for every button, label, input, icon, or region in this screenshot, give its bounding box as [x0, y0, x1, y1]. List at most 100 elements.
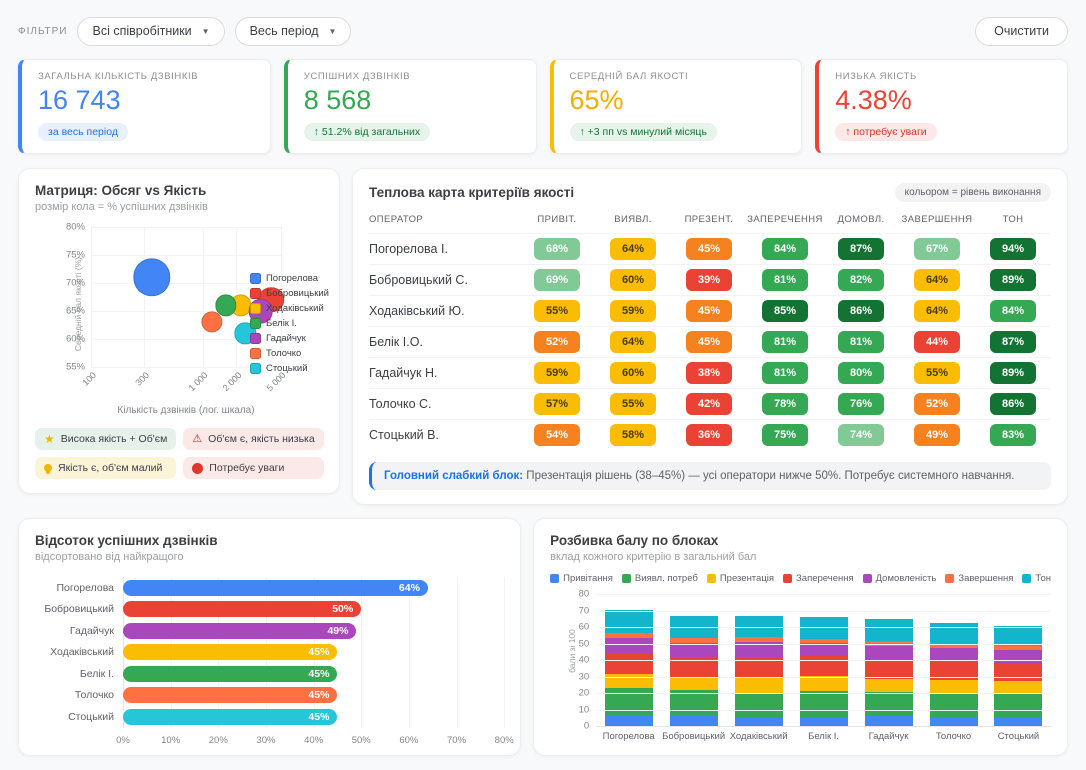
quadrant-volume-low-quality: ⚠ Об'єм є, якість низька [183, 428, 323, 450]
legend-item-Толочко[interactable]: Толочко [250, 348, 329, 359]
note-title: Головний слабкий блок: [384, 470, 523, 482]
heatmap-cell: 64% [914, 300, 960, 322]
kpi-value: 16 743 [38, 85, 254, 116]
legend-label: Домовленість [876, 573, 937, 584]
category-label: Погорелова [596, 731, 661, 742]
heatmap-cell: 44% [914, 331, 960, 353]
heatmap-cell: 39% [686, 269, 732, 291]
y-tick-label: 70% [66, 278, 85, 289]
heatmap-cellwrap: 82% [823, 269, 899, 291]
period-filter-dropdown[interactable]: Весь період ▼ [235, 17, 352, 46]
legend-label: Гадайчук [266, 333, 306, 344]
kpi-value: 65% [570, 85, 786, 116]
operator-name: Стоцький В. [369, 428, 519, 442]
bubble-Толочко [201, 312, 222, 333]
filter-bar: ФІЛЬТРИ Всі співробітники ▼ Весь період … [18, 16, 1068, 46]
heatmap-cell: 45% [686, 300, 732, 322]
heatmap-cell: 76% [838, 393, 884, 415]
heatmap-cellwrap: 81% [823, 331, 899, 353]
column-header: ЗАВЕРШЕННЯ [899, 214, 975, 225]
legend-item-Домовленість[interactable]: Домовленість [863, 573, 937, 584]
y-tick-label: 20 [579, 688, 590, 699]
segment-Домовленість [605, 638, 653, 652]
legend-item-Ходаківський[interactable]: Ходаківський [250, 303, 329, 314]
quadrant-label: Об'єм є, якість низька [208, 433, 315, 445]
bar-row: 64% [123, 577, 504, 599]
x-tick-label: 60% [399, 735, 418, 746]
legend-item-Завершення[interactable]: Завершення [945, 573, 1013, 584]
legend-label: Привітання [563, 573, 613, 584]
heatmap-cell: 80% [838, 362, 884, 384]
chevron-down-icon: ▼ [329, 27, 337, 36]
legend-item-Заперечення[interactable]: Заперечення [783, 573, 854, 584]
legend-item-Виявл. потреб[interactable]: Виявл. потреб [622, 573, 698, 584]
legend-label: Ходаківський [266, 303, 324, 314]
legend-swatch [783, 574, 792, 583]
bar-label-Толочко: Толочко [35, 685, 123, 707]
legend-swatch [250, 318, 261, 329]
x-tick-label: 80% [495, 735, 514, 746]
bulb-icon [44, 464, 52, 472]
heatmap-cell: 82% [838, 269, 884, 291]
heatmap-row: Гадайчук Н.59%60%38%81%80%55%89% [369, 357, 1051, 388]
legend-item-Гадайчук[interactable]: Гадайчук [250, 333, 329, 344]
heatmap-cellwrap: 36% [671, 424, 747, 446]
segment-Презентація [930, 680, 978, 694]
legend-item-Бобровицький[interactable]: Бобровицький [250, 288, 329, 299]
heatmap-header: ОПЕРАТОРПРИВІТ.ВИЯВЛ.ПРЕЗЕНТ.ЗАПЕРЕЧЕННЯ… [369, 214, 1051, 233]
panel-subtitle: вклад кожного критерію в загальний бал [550, 551, 1051, 563]
heatmap-body: Погорелова І.68%64%45%84%87%67%94%Бобров… [369, 233, 1051, 450]
heatmap-cellwrap: 52% [519, 331, 595, 353]
segment-Привітання [994, 717, 1042, 726]
legend-label: Заперечення [796, 573, 854, 584]
bubble-Погорелова [133, 259, 170, 296]
heatmap-cellwrap: 94% [975, 238, 1051, 260]
heatmap-cellwrap: 81% [747, 269, 823, 291]
clear-filters-button[interactable]: Очистити [975, 17, 1068, 46]
category-label: Гадайчук [856, 731, 921, 742]
category-label: Бобровицький [661, 731, 726, 742]
heatmap-cell: 75% [762, 424, 808, 446]
legend-item-Тон[interactable]: Тон [1022, 573, 1051, 584]
heatmap-cellwrap: 55% [595, 393, 671, 415]
grid-line [91, 227, 92, 367]
legend-label: Стоцький [266, 363, 308, 374]
kpi-value: 8 568 [304, 85, 520, 116]
heatmap-row: Стоцький В.54%58%36%75%74%49%83% [369, 419, 1051, 450]
heatmap-cellwrap: 64% [595, 331, 671, 353]
legend-item-Привітання[interactable]: Привітання [550, 573, 613, 584]
heatmap-cellwrap: 45% [671, 331, 747, 353]
kpi-value: 4.38% [835, 85, 1051, 116]
segment-Виявл. потреб [800, 691, 848, 717]
heatmap-note: Головний слабкий блок: Презентація рішен… [369, 462, 1051, 490]
legend-swatch [250, 333, 261, 344]
segment-Презентація [865, 679, 913, 692]
chevron-down-icon: ▼ [202, 27, 210, 36]
heatmap-cell: 64% [914, 269, 960, 291]
heatmap-cell: 81% [762, 331, 808, 353]
heatmap-cellwrap: 39% [671, 269, 747, 291]
employee-filter-dropdown[interactable]: Всі співробітники ▼ [77, 17, 224, 46]
bar-row: 45% [123, 642, 504, 664]
bar-label-Стоцький: Стоцький [35, 706, 123, 728]
heatmap-cell: 60% [610, 269, 656, 291]
heatmap-cellwrap: 60% [595, 269, 671, 291]
legend-item-Презентація[interactable]: Презентація [707, 573, 774, 584]
segment-Виявл. потреб [930, 694, 978, 717]
heatmap-cellwrap: 59% [519, 362, 595, 384]
legend-item-Погорелова[interactable]: Погорелова [250, 273, 329, 284]
operator-name: Белік І.О. [369, 335, 519, 349]
heatmap-cell: 54% [534, 424, 580, 446]
legend-item-Стоцький[interactable]: Стоцький [250, 363, 329, 374]
segment-Домовленість [930, 648, 978, 661]
heatmap-cellwrap: 59% [595, 300, 671, 322]
heatmap-cell: 58% [610, 424, 656, 446]
operator-name: Бобровицький С. [369, 273, 519, 287]
legend-label: Бобровицький [266, 288, 329, 299]
kpi-label: УСПІШНИХ ДЗВІНКІВ [304, 71, 520, 82]
segment-Виявл. потреб [865, 692, 913, 717]
x-tick-label: 0% [116, 735, 130, 746]
legend-item-Белік І.[interactable]: Белік І. [250, 318, 329, 329]
legend-label: Виявл. потреб [635, 573, 698, 584]
heatmap-cellwrap: 57% [519, 393, 595, 415]
